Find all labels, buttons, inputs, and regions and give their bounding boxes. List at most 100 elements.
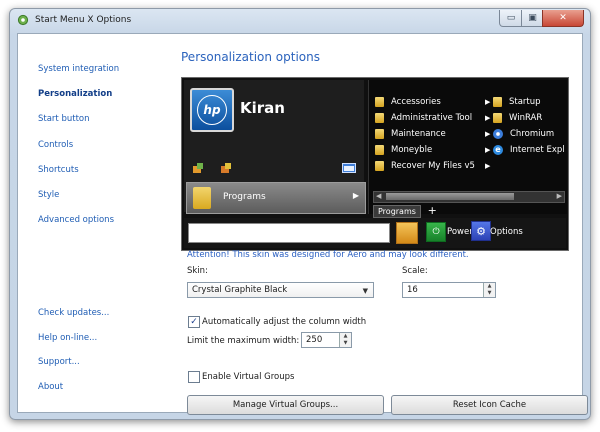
scroll-thumb: [386, 193, 514, 200]
preview-left-pane: hp Kiran Programs ▶: [184, 80, 366, 214]
nav-controls[interactable]: Controls: [38, 140, 73, 150]
program-label: Administrative Tool: [391, 113, 473, 123]
reset-icon-cache-label: Reset Icon Cache: [452, 400, 527, 410]
program-folder-item: Startup: [493, 94, 565, 110]
program-label: WinRAR: [509, 113, 543, 123]
preview-search-box: [188, 223, 390, 243]
auto-adjust-label: Automatically adjust the column width: [202, 317, 367, 327]
client-area: System integration Personalization Start…: [17, 33, 588, 415]
chevron-down-icon: ▼: [362, 287, 368, 295]
options-label: Options: [490, 227, 523, 237]
maximize-button[interactable]: ▣: [521, 10, 544, 27]
programs-tab: Programs: [373, 205, 421, 218]
skin-preview: hp Kiran Programs ▶ Accessories▶ Admini: [181, 77, 569, 251]
stepper-arrows-icon[interactable]: ▲ ▼: [483, 283, 495, 297]
options-window: Start Menu X Options ▭ ▣ ✕ System integr…: [9, 8, 591, 420]
skin-warning: Attention! This skin was designed for Ae…: [187, 250, 469, 260]
arrow-right-icon: ▶: [485, 98, 491, 106]
program-folder-item: Maintenance ▶: [375, 126, 490, 142]
arrow-right-icon: ▶: [485, 114, 491, 122]
minimize-icon: ▭: [506, 13, 516, 23]
programs-label: Programs: [223, 192, 266, 202]
programs-list-col2: Startup WinRAR Chromium e Internet Expl: [493, 94, 565, 158]
programs-button: Programs ▶: [186, 182, 366, 214]
nav-advanced-options[interactable]: Advanced options: [38, 215, 114, 225]
pinned-app-icon: [221, 163, 231, 173]
virtual-groups-label: Enable Virtual Groups: [202, 372, 295, 382]
scale-value: 16: [407, 285, 418, 295]
program-label: Internet Expl: [510, 145, 565, 155]
program-folder-item: Accessories ▶: [375, 94, 490, 110]
program-label: Recover My Files v5: [391, 161, 475, 171]
minimize-button[interactable]: ▭: [499, 10, 523, 27]
skin-select[interactable]: Crystal Graphite Black ▼: [187, 282, 374, 298]
folder-icon: [493, 113, 502, 123]
program-app-item: e Internet Expl: [493, 142, 565, 158]
limit-width-label: Limit the maximum width:: [187, 336, 300, 346]
power-label: Power: [447, 227, 473, 237]
user-picture: hp: [190, 88, 234, 132]
preview-bottom-bar: ⏻ Power ⚙ Options: [184, 218, 566, 248]
nav-start-button[interactable]: Start button: [38, 114, 90, 124]
auto-adjust-checkbox[interactable]: ✓: [188, 316, 200, 328]
program-label: Moneyble: [391, 145, 433, 155]
folder-icon: [493, 97, 502, 107]
nav-about[interactable]: About: [38, 382, 63, 392]
close-icon: ✕: [559, 13, 567, 23]
close-button[interactable]: ✕: [542, 10, 584, 27]
nav-system-integration[interactable]: System integration: [38, 64, 119, 74]
program-app-item: Chromium: [493, 126, 565, 142]
nav-support[interactable]: Support...: [38, 357, 80, 367]
nav-shortcuts[interactable]: Shortcuts: [38, 165, 79, 175]
nav-style[interactable]: Style: [38, 190, 59, 200]
sidebar-nav: System integration Personalization Start…: [18, 34, 168, 412]
manage-virtual-groups-button[interactable]: Manage Virtual Groups...: [187, 395, 384, 415]
scroll-right-icon: ▶: [556, 192, 562, 200]
scale-stepper[interactable]: 16 ▲ ▼: [402, 282, 496, 298]
program-folder-item: WinRAR: [493, 110, 565, 126]
manage-virtual-groups-label: Manage Virtual Groups...: [232, 400, 339, 410]
page-title: Personalization options: [181, 50, 320, 64]
options-gear-icon: ⚙: [471, 221, 491, 241]
stepper-arrows-icon[interactable]: ▲ ▼: [339, 333, 351, 347]
nav-check-updates[interactable]: Check updates...: [38, 308, 109, 318]
scroll-left-icon: ◀: [376, 192, 382, 200]
hp-logo-icon: hp: [197, 95, 227, 125]
folder-icon: [375, 145, 384, 155]
maximize-icon: ▣: [528, 13, 537, 23]
program-label: Maintenance: [391, 129, 446, 139]
program-label: Startup: [509, 97, 541, 107]
reset-icon-cache-button[interactable]: Reset Icon Cache: [391, 395, 588, 415]
pinned-icons-row: [192, 162, 362, 176]
window-title: Start Menu X Options: [35, 15, 132, 25]
limit-width-value: 250: [306, 335, 323, 345]
arrow-right-icon: ▶: [352, 191, 359, 200]
arrow-right-icon: ▶: [485, 130, 491, 138]
preview-scrollbar: ◀ ▶: [373, 191, 565, 203]
title-bar[interactable]: Start Menu X Options ▭ ▣ ✕: [10, 9, 590, 33]
program-folder-item: Moneyble ▶: [375, 142, 490, 158]
folder-icon: [375, 129, 384, 139]
skin-select-value: Crystal Graphite Black: [192, 285, 288, 295]
preview-user-name: Kiran: [240, 99, 285, 117]
program-folder-item: Administrative Tool ▶: [375, 110, 490, 126]
folder-icon: [375, 97, 384, 107]
internet-explorer-icon: e: [493, 145, 503, 155]
preview-tab-row: Programs +: [373, 204, 437, 218]
folder-icon: [375, 113, 384, 123]
pinned-app-icon: [193, 163, 203, 173]
virtual-groups-checkbox[interactable]: [188, 371, 200, 383]
limit-width-stepper[interactable]: 250 ▲ ▼: [301, 332, 352, 348]
lock-icon: [396, 222, 418, 244]
app-gear-icon: [17, 14, 29, 26]
arrow-right-icon: ▶: [485, 146, 491, 154]
program-folder-item: Recover My Files v5 ▶: [375, 158, 490, 174]
preview-programs-pane: Accessories ▶ Administrative Tool ▶ Mainte…: [368, 80, 567, 218]
power-icon: ⏻: [426, 222, 446, 242]
nav-help-online[interactable]: Help on-line...: [38, 333, 97, 343]
program-label: Chromium: [510, 129, 555, 139]
nav-personalization[interactable]: Personalization: [38, 89, 112, 99]
chromium-icon: [493, 129, 503, 139]
skin-label: Skin:: [187, 266, 208, 276]
arrow-right-icon: ▶: [485, 162, 491, 170]
